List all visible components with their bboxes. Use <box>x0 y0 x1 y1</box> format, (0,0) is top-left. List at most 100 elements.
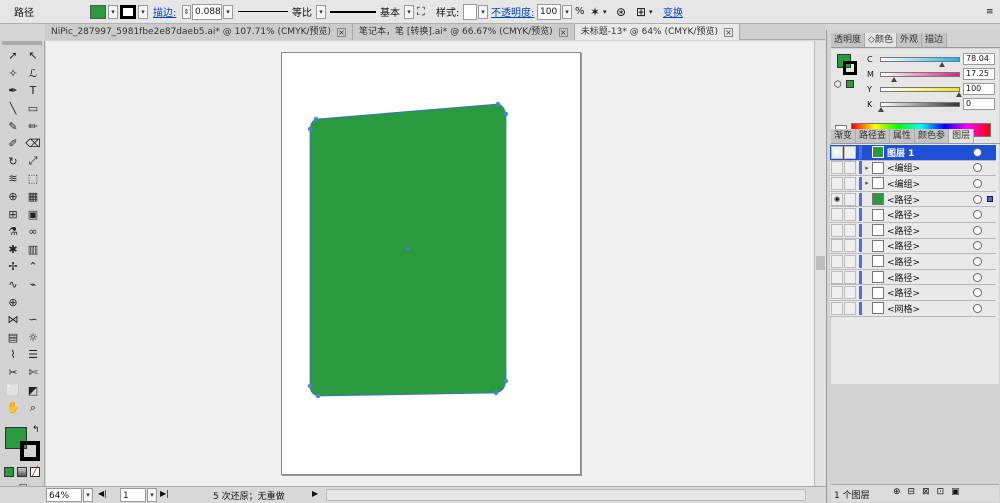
channel-value-input[interactable]: 0 <box>963 98 995 110</box>
last-color-icon[interactable] <box>846 80 854 88</box>
tab-label: 颜色 <box>874 35 893 45</box>
tab-color[interactable]: ◇颜色 <box>865 33 897 47</box>
lock-toggle[interactable] <box>844 161 856 175</box>
lock-toggle[interactable] <box>844 254 856 268</box>
expand-arrow-icon[interactable]: ▸ <box>862 179 872 187</box>
channel-slider[interactable] <box>880 86 962 97</box>
channel-slider[interactable] <box>880 71 960 82</box>
target-circle-icon[interactable] <box>973 225 982 235</box>
channel-label: K <box>867 99 873 109</box>
target-circle-icon[interactable] <box>973 147 982 157</box>
layer-thumbnail <box>872 177 884 190</box>
visibility-toggle-icon[interactable] <box>831 286 843 300</box>
visibility-toggle-icon[interactable] <box>831 270 843 284</box>
target-circle-icon[interactable] <box>973 210 982 220</box>
lock-toggle[interactable] <box>844 270 856 284</box>
layer-action-icons[interactable]: ⊕⊟⊠⊡▣ <box>893 487 967 497</box>
status-menu-icon[interactable]: ▶ <box>312 489 318 498</box>
channel-row-m: M 17.25 <box>867 68 995 82</box>
horizontal-scrollbar[interactable] <box>326 489 806 501</box>
tab-pathfinder[interactable]: 路径查 <box>856 129 891 143</box>
layer-row[interactable]: <路径> <box>830 269 996 286</box>
layer-row[interactable]: <网格> <box>830 301 996 317</box>
layer-color-bar <box>859 223 862 237</box>
target-circle-icon[interactable] <box>973 256 982 266</box>
zoom-input[interactable]: 64% <box>46 488 82 502</box>
layer-color-bar <box>859 286 862 300</box>
channel-value-input[interactable]: 17.25 <box>963 68 995 80</box>
visibility-toggle-icon[interactable] <box>831 301 843 315</box>
tab-attributes[interactable]: 属性 <box>890 129 916 143</box>
layer-row-selected[interactable]: ◉ ▾ 图层 1 <box>830 145 996 161</box>
visibility-toggle-icon[interactable] <box>831 176 843 190</box>
visibility-toggle-icon[interactable] <box>831 254 843 268</box>
slider-knob[interactable] <box>878 106 884 112</box>
lock-toggle[interactable] <box>844 223 856 237</box>
visibility-toggle-icon[interactable] <box>831 239 843 253</box>
target-circle-icon[interactable] <box>973 303 982 313</box>
next-artboard-icon[interactable]: ▶| <box>160 489 169 498</box>
layer-row[interactable]: <路径> <box>830 207 996 223</box>
channel-slider[interactable] <box>880 56 960 67</box>
target-circle-icon[interactable] <box>973 178 982 188</box>
zoom-dropdown[interactable]: ▾ <box>83 488 93 502</box>
expand-arrow-icon[interactable]: ▸ <box>862 164 872 172</box>
lock-toggle[interactable] <box>844 301 856 315</box>
lock-toggle[interactable] <box>844 176 856 190</box>
lock-toggle[interactable] <box>844 192 856 206</box>
layer-thumbnail <box>872 286 884 299</box>
layer-color-bar <box>859 192 862 206</box>
layer-name: 图层 1 <box>887 148 915 159</box>
channel-slider[interactable] <box>878 101 960 112</box>
visibility-toggle-icon[interactable] <box>831 208 843 222</box>
layer-name: <网格> <box>887 304 921 315</box>
artboard-number-input[interactable]: 1 <box>120 488 146 502</box>
layer-row[interactable]: ▸ <编组> <box>830 176 996 192</box>
lock-toggle[interactable] <box>844 145 856 159</box>
layers-footer: 1 个图层 ⊕⊟⊠⊡▣ <box>831 484 999 502</box>
color-panel-tabs: 透明度 ◇颜色 外观 描边 <box>831 33 1000 48</box>
channel-value-input[interactable]: 78.04 <box>963 53 995 65</box>
lock-toggle[interactable] <box>844 208 856 222</box>
prev-artboard-icon[interactable]: ◀| <box>98 489 107 498</box>
visibility-toggle-icon[interactable]: ◉ <box>831 192 843 206</box>
tab-color-guide[interactable]: 颜色参 <box>915 129 950 143</box>
layer-color-bar <box>859 208 862 222</box>
tab-transparency[interactable]: 透明度 <box>831 33 866 47</box>
slider-knob[interactable] <box>938 61 945 67</box>
layer-row[interactable]: <路径> <box>830 285 996 301</box>
visibility-toggle-icon[interactable] <box>831 161 843 175</box>
tab-layers[interactable]: 图层 <box>949 129 975 143</box>
target-circle-icon[interactable] <box>973 272 982 282</box>
layer-row[interactable]: ◉ <路径> <box>830 191 996 208</box>
tab-appearance[interactable]: 外观 <box>896 33 922 47</box>
lock-toggle[interactable] <box>844 239 856 253</box>
tab-stroke[interactable]: 描边 <box>921 33 947 47</box>
layer-row[interactable]: ▸ <编组> <box>830 160 996 177</box>
layer-thumbnail <box>872 302 884 315</box>
visibility-toggle-icon[interactable]: ◉ <box>831 145 843 159</box>
layer-color-bar <box>859 270 862 284</box>
layers-panel-tabs: 渐变 路径查 属性 颜色参 图层 <box>831 129 1000 144</box>
tab-gradient[interactable]: 渐变 <box>831 129 857 143</box>
scroll-thumb[interactable] <box>816 256 825 270</box>
lock-toggle[interactable] <box>844 286 856 300</box>
layer-count: 1 个图层 <box>834 491 870 501</box>
visibility-toggle-icon[interactable] <box>831 223 843 237</box>
target-circle-icon[interactable] <box>973 163 982 173</box>
vertical-scrollbar[interactable] <box>814 41 826 486</box>
stroke-color-preview[interactable] <box>843 61 857 75</box>
layer-row[interactable]: <路径> <box>830 254 996 270</box>
layer-row[interactable]: <路径> <box>830 238 996 255</box>
artboard-dropdown[interactable]: ▾ <box>147 488 157 502</box>
slider-knob[interactable] <box>956 91 962 97</box>
layer-row[interactable]: <路径> <box>830 223 996 239</box>
cube-icon[interactable]: ⬡ <box>834 80 842 90</box>
slider-knob[interactable] <box>891 76 898 82</box>
target-circle-icon[interactable] <box>973 288 982 298</box>
target-circle-icon[interactable] <box>973 194 982 204</box>
channel-value-input[interactable]: 100 <box>963 83 995 95</box>
expand-arrow-icon[interactable]: ▾ <box>862 148 872 156</box>
target-circle-icon[interactable] <box>973 241 982 251</box>
layer-name: <路径> <box>887 226 921 237</box>
